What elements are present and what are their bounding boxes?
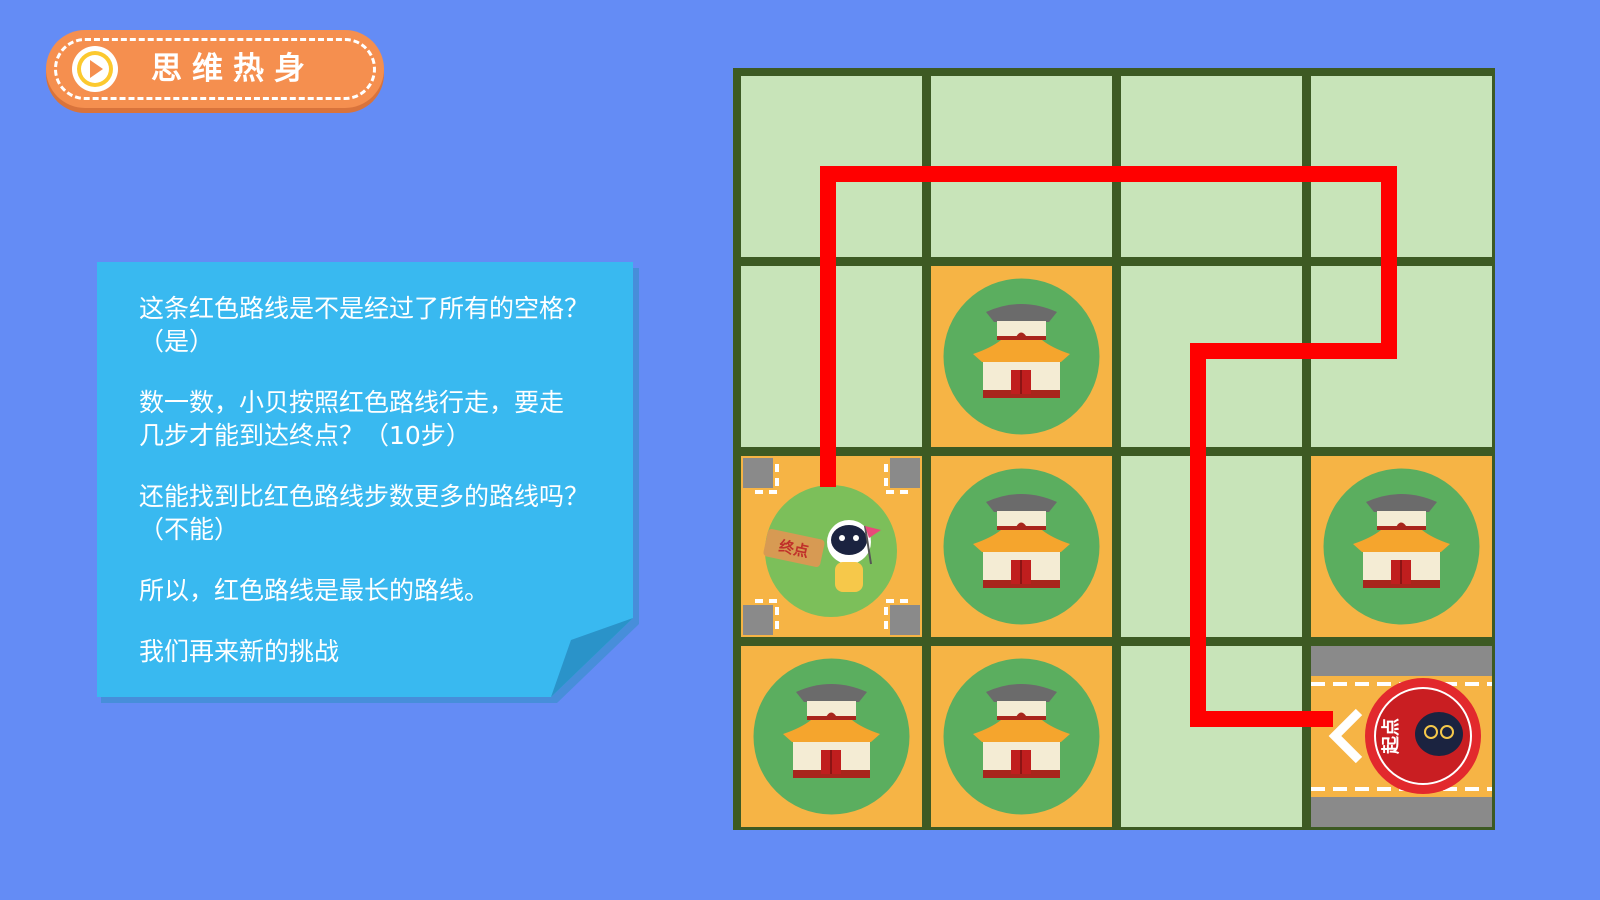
game-board: 终点 起点 (733, 68, 1495, 830)
play-icon[interactable] (70, 44, 120, 94)
note-question-3: 还能找到比红色路线步数更多的路线吗？ （不能） (139, 482, 590, 544)
note-next-challenge: 我们再来新的挑战 (139, 637, 340, 666)
note-text: 这条红色路线是不是经过了所有的空格？ （是） 数一数，小贝按照红色路线行走，要走… (139, 292, 619, 696)
note-question-1: 这条红色路线是不是经过了所有的空格？ （是） (139, 294, 590, 356)
red-route (820, 166, 1397, 727)
page-title: 思维热身 (151, 51, 315, 87)
note-conclusion: 所以，红色路线是最长的路线。 (139, 576, 490, 605)
header-badge[interactable]: 思维热身 (46, 30, 384, 108)
note-card: 这条红色路线是不是经过了所有的空格？ （是） 数一数，小贝按照红色路线行走，要走… (97, 262, 641, 707)
note-question-2: 数一数，小贝按照红色路线行走，要走 几步才能到达终点？（10步） (139, 388, 565, 450)
